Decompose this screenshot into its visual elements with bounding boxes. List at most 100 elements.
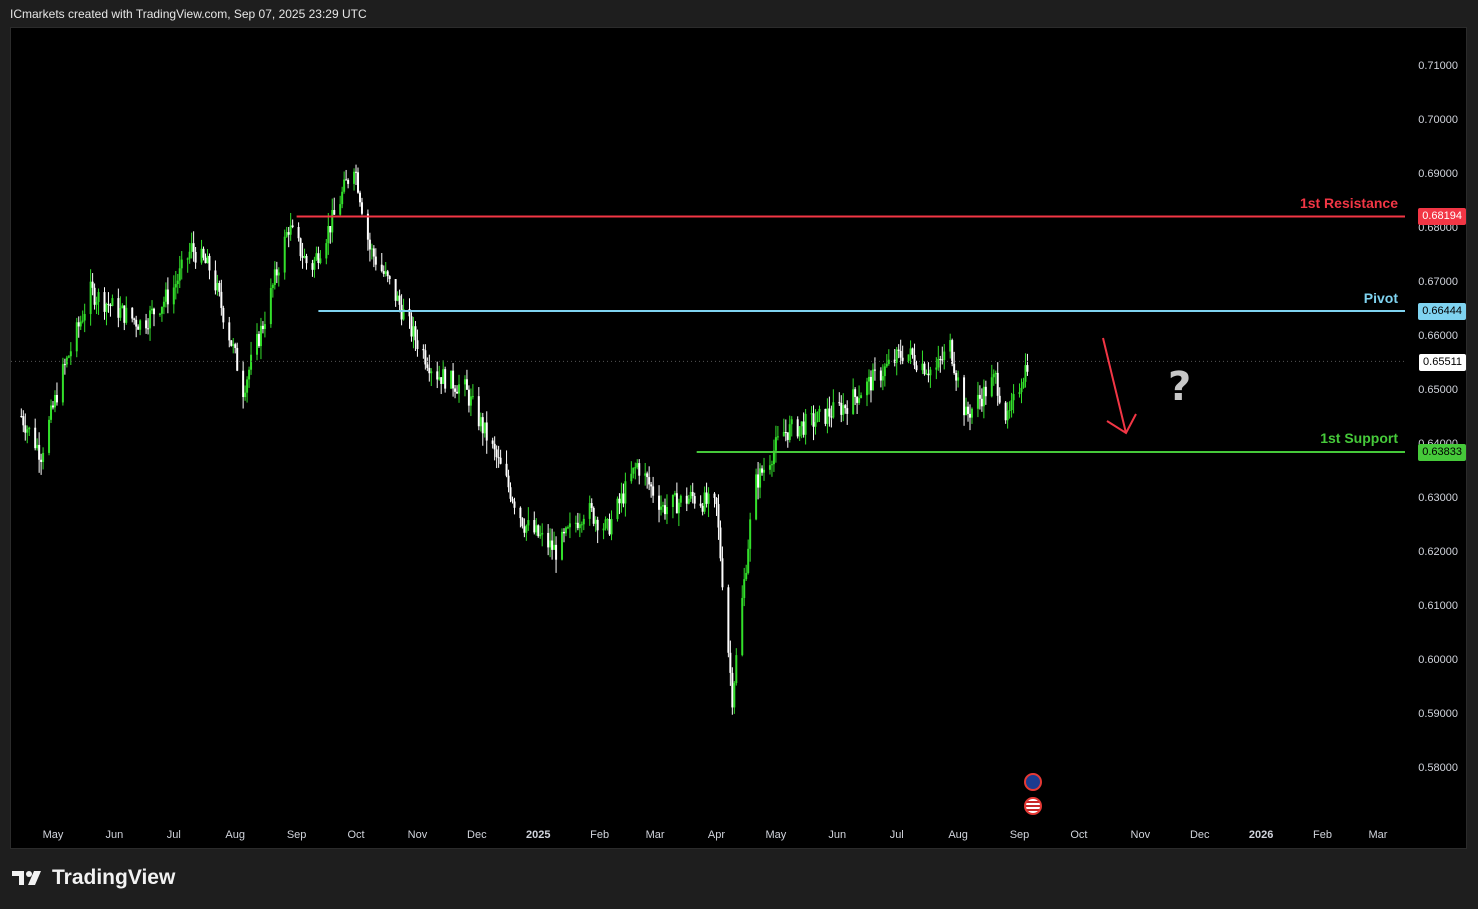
candle-body: [699, 503, 702, 506]
candle-body: [832, 402, 835, 418]
y-tick-label: 0.59000: [1418, 708, 1458, 720]
candle-body: [788, 424, 791, 440]
candle-body: [582, 518, 585, 525]
candle-body: [980, 398, 983, 407]
candle-body: [414, 326, 417, 341]
candle-body: [943, 351, 946, 360]
candle-body: [842, 405, 845, 415]
candle-body: [315, 253, 318, 260]
candle-body: [622, 493, 625, 504]
candle-body: [644, 473, 647, 476]
candle-body: [703, 492, 706, 512]
usa-event-icon[interactable]: [1024, 797, 1042, 815]
candle-body: [291, 225, 294, 227]
candle-body: [117, 298, 120, 318]
candle-body: [105, 303, 108, 312]
candle-body: [412, 326, 415, 337]
candle-body: [384, 271, 387, 274]
candle-body: [852, 389, 855, 414]
candle-body: [214, 270, 217, 291]
candle-body: [255, 334, 258, 355]
candle-body: [978, 394, 981, 399]
candle-body: [147, 328, 150, 330]
candle-body: [426, 364, 429, 368]
candle-body: [26, 429, 29, 433]
candle-body: [594, 519, 597, 524]
candle-body: [818, 408, 821, 412]
candle-body: [95, 302, 98, 305]
candle-body: [178, 268, 181, 281]
candle-body: [194, 251, 197, 263]
candle-body: [881, 376, 884, 381]
candle-body: [259, 325, 262, 347]
candle-body: [331, 210, 334, 233]
candle-body: [796, 419, 799, 437]
candle-body: [283, 236, 286, 273]
candle-body: [610, 519, 613, 535]
candle-body: [1006, 410, 1009, 421]
candle-body: [485, 422, 488, 441]
candle-body: [218, 282, 221, 292]
candle-body: [1024, 365, 1027, 382]
y-tick-label: 0.58000: [1418, 762, 1458, 774]
candle-body: [360, 202, 363, 214]
candle-body: [111, 298, 114, 306]
candle-body: [285, 232, 288, 237]
candle-body: [271, 284, 274, 289]
candle-body: [511, 498, 514, 502]
candle-body: [673, 493, 676, 495]
candle-body: [913, 355, 916, 366]
candle-body: [301, 256, 304, 258]
candle-body: [242, 370, 245, 398]
candle-body: [790, 419, 793, 425]
candle-body: [355, 171, 358, 173]
candle-body: [665, 507, 668, 515]
candle-body: [883, 366, 886, 377]
candle-body: [370, 248, 373, 250]
tradingview-logo[interactable]: TradingView: [12, 866, 175, 890]
price-chart[interactable]: 0.710000.700000.690000.680000.670000.660…: [0, 0, 1478, 909]
candle-body: [93, 287, 96, 305]
candle-body: [998, 395, 1001, 403]
candle-body: [469, 396, 472, 406]
candle-body: [957, 377, 960, 381]
candle-body: [63, 364, 66, 366]
candle-body: [357, 172, 360, 193]
candle-body: [458, 384, 461, 394]
candle-body: [976, 394, 979, 409]
x-tick-label: Nov: [408, 829, 428, 841]
candle-body: [970, 408, 973, 418]
candle-body: [305, 255, 308, 264]
candle-body: [854, 389, 857, 397]
candle-body: [782, 431, 785, 437]
australia-event-icon[interactable]: [1024, 773, 1042, 791]
candle-body: [887, 359, 890, 364]
candle-body: [483, 422, 486, 434]
candle-body: [561, 531, 564, 560]
candle-body: [871, 369, 874, 391]
candle-body: [733, 683, 736, 708]
candle-body: [158, 313, 161, 315]
candle-body: [1022, 381, 1025, 388]
candle-body: [263, 324, 266, 330]
candle-body: [519, 507, 522, 519]
candle-body: [784, 431, 787, 433]
candle-body: [358, 192, 361, 203]
candle-body: [36, 444, 39, 449]
candle-body: [246, 379, 249, 393]
candle-body: [735, 655, 738, 684]
candle-body: [311, 263, 314, 270]
candle-body: [444, 369, 447, 389]
candle-body: [925, 373, 928, 375]
candle-body: [317, 253, 320, 263]
candle-body: [719, 527, 722, 559]
candle-body: [646, 473, 649, 478]
candle-body: [509, 487, 512, 499]
candle-body: [50, 405, 53, 420]
candle-body: [923, 363, 926, 375]
candle-body: [828, 408, 831, 417]
candle-body: [564, 527, 567, 534]
candle-body: [428, 367, 431, 374]
candle-body: [208, 255, 211, 271]
candle-body: [202, 248, 205, 258]
